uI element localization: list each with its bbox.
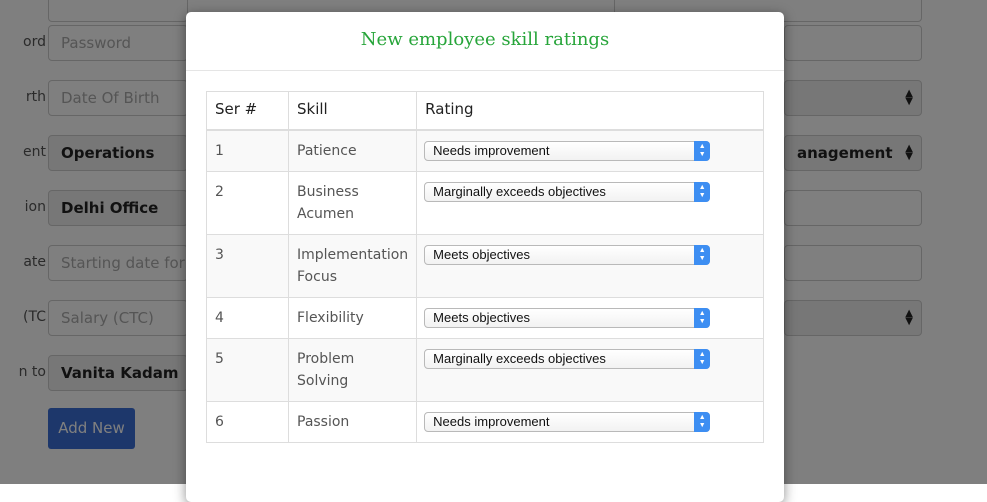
rating-select-value: Needs improvement: [433, 413, 550, 429]
updown-arrows-icon: ▲▼: [694, 348, 711, 369]
skill-cell: Business Acumen: [287, 170, 418, 235]
modal-header: New employee skill ratings: [186, 12, 784, 71]
column-header-skill: Skill: [287, 91, 418, 131]
rating-select[interactable]: Meets objectives ▲ ▼: [424, 244, 711, 265]
table-header-row: Ser # Skill Rating: [206, 91, 764, 131]
rating-select-value: Needs improvement: [433, 142, 550, 158]
updown-arrows-icon: ▲▼: [694, 181, 711, 202]
table-row: 3 Implementation Focus Meets objectives …: [206, 233, 764, 298]
rating-cell: Marginally exceeds objectives ▲ ▼: [416, 337, 764, 402]
rating-cell: Meets objectives ▲ ▼: [416, 296, 764, 339]
rating-select-value: Meets objectives: [433, 309, 530, 325]
ser-cell: 2: [206, 170, 289, 235]
rating-cell: Meets objectives ▲ ▼: [416, 233, 764, 298]
ser-cell: 5: [206, 337, 289, 402]
skill-cell: Flexibility: [287, 296, 418, 339]
skill-ratings-modal: New employee skill ratings Ser # Skill R…: [186, 12, 784, 502]
ser-cell: 1: [206, 129, 289, 172]
table-row: 2 Business Acumen Marginally exceeds obj…: [206, 170, 764, 235]
skill-cell: Implementation Focus: [287, 233, 418, 298]
column-header-ser: Ser #: [206, 91, 289, 131]
rating-select-value: Meets objectives: [433, 246, 530, 262]
rating-select-value: Marginally exceeds objectives: [433, 183, 606, 199]
ser-cell: 6: [206, 400, 289, 443]
rating-select[interactable]: Needs improvement ▲ ▼: [424, 140, 711, 161]
table-row: 5 Problem Solving Marginally exceeds obj…: [206, 337, 764, 402]
modal-title: New employee skill ratings: [360, 29, 610, 50]
rating-cell: Needs improvement ▲ ▼: [416, 129, 764, 172]
rating-select[interactable]: Marginally exceeds objectives ▲ ▼: [424, 181, 711, 202]
rating-select[interactable]: Meets objectives ▲ ▼: [424, 307, 711, 328]
rating-select[interactable]: Marginally exceeds objectives ▲ ▼: [424, 348, 711, 369]
table-row: 4 Flexibility Meets objectives ▲ ▼: [206, 296, 764, 339]
rating-cell: Needs improvement ▲ ▼: [416, 400, 764, 443]
table-row: 1 Patience Needs improvement ▲ ▼: [206, 129, 764, 172]
ser-cell: 3: [206, 233, 289, 298]
updown-arrows-icon: ▲▼: [694, 307, 711, 328]
skill-ratings-table: Ser # Skill Rating 1 Patience Needs impr…: [206, 91, 764, 443]
updown-arrows-icon: ▲▼: [694, 411, 711, 432]
rating-select[interactable]: Needs improvement ▲ ▼: [424, 411, 711, 432]
rating-cell: Marginally exceeds objectives ▲ ▼: [416, 170, 764, 235]
skill-cell: Passion: [287, 400, 418, 443]
updown-arrows-icon: ▲▼: [694, 244, 711, 265]
ser-cell: 4: [206, 296, 289, 339]
rating-select-value: Marginally exceeds objectives: [433, 350, 606, 366]
skill-cell: Patience: [287, 129, 418, 172]
skill-cell: Problem Solving: [287, 337, 418, 402]
updown-arrows-icon: ▲▼: [694, 140, 711, 161]
table-row: 6 Passion Needs improvement ▲ ▼: [206, 400, 764, 443]
column-header-rating: Rating: [416, 91, 764, 131]
